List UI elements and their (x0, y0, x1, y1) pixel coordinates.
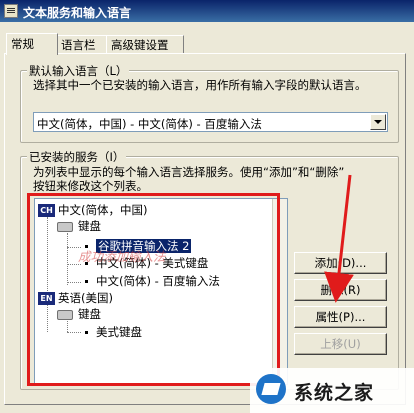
logo-mark-icon (256, 374, 286, 404)
annotation-arrow-icon (324, 174, 354, 303)
tab-general[interactable]: 常规 (6, 33, 58, 55)
logo-text: 系统之家 (294, 382, 375, 404)
site-logo: 系统之家 (250, 368, 414, 413)
watermark-text: 成功添加输入法 (78, 249, 166, 264)
